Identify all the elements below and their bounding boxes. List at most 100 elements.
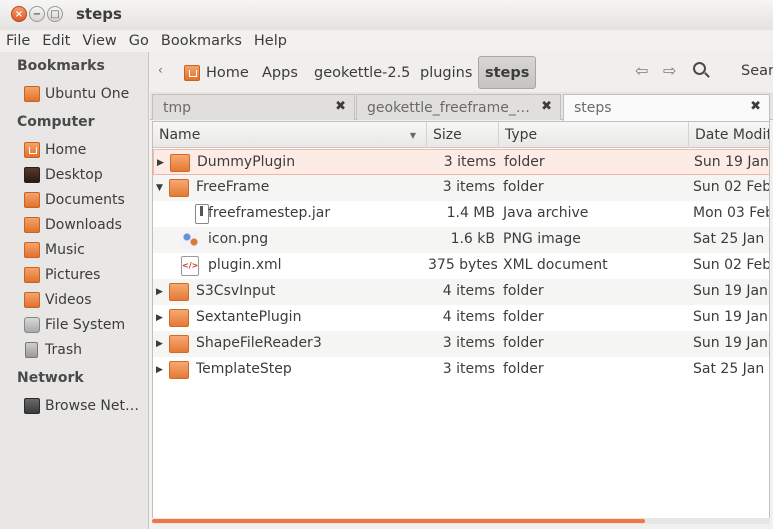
expander-closed-icon[interactable]: ▶ [156, 287, 163, 297]
column-label: Size [433, 127, 462, 143]
file-size: 1.4 MB [446, 205, 495, 221]
sidebar-item-videos[interactable]: Videos [24, 289, 146, 311]
sidebar-item-label: Browse Net… [45, 398, 140, 414]
menu-edit[interactable]: Edit [36, 33, 76, 49]
close-tab-icon[interactable]: ✖ [335, 99, 346, 114]
file-date-modified: Sun 19 Jan 2 [693, 335, 769, 351]
column-header-name[interactable]: Name ▼ [153, 122, 427, 148]
file-name: FreeFrame [196, 179, 270, 195]
close-window-button[interactable]: × [11, 6, 27, 22]
column-header-size[interactable]: Size [427, 122, 499, 148]
file-name: SextantePlugin [196, 309, 302, 325]
sidebar-item-file-system[interactable]: File System [24, 314, 146, 336]
file-row[interactable]: icon.png 1.6 kB PNG image Sat 25 Jan 2 [153, 227, 770, 253]
sidebar-item-label: Music [45, 242, 85, 258]
expander-closed-icon[interactable]: ▶ [157, 158, 164, 168]
close-tab-icon[interactable]: ✖ [541, 99, 552, 114]
tab-bar: tmp ✖ geokettle_freeframe_… ✖ steps ✖ [150, 92, 773, 121]
minimize-window-button[interactable]: − [29, 6, 45, 22]
sidebar-item-browse-network[interactable]: Browse Net… [24, 395, 146, 417]
tab-steps[interactable]: steps ✖ [563, 94, 770, 121]
sidebar-item-desktop[interactable]: Desktop [24, 164, 146, 186]
tab-geokettle-freeframe[interactable]: geokettle_freeframe_… ✖ [356, 94, 561, 120]
xml-file-icon: </> [181, 256, 199, 276]
pictures-folder-icon [24, 267, 40, 283]
breadcrumb-label: Home [206, 64, 249, 81]
menu-bar: File Edit View Go Bookmarks Help [0, 30, 773, 52]
sidebar-item-pictures[interactable]: Pictures [24, 264, 146, 286]
column-label: Date Modif [695, 127, 770, 143]
sidebar-item-music[interactable]: Music [24, 239, 146, 261]
column-header-date-modified[interactable]: Date Modif [689, 122, 770, 148]
path-scroll-left-button[interactable]: ‹ [158, 63, 163, 77]
close-tab-icon[interactable]: ✖ [750, 99, 761, 114]
folder-file-icon [169, 309, 189, 327]
tab-label: tmp [163, 99, 192, 116]
sidebar-item-home[interactable]: Home [24, 139, 146, 161]
tab-label: geokettle_freeframe_… [367, 99, 530, 116]
folder-icon [24, 217, 40, 233]
sort-descending-icon: ▼ [409, 131, 416, 140]
file-size: 3 items [442, 361, 495, 377]
videos-folder-icon [24, 292, 40, 308]
file-date-modified: Sun 19 Jan 2 [693, 309, 769, 325]
breadcrumb-apps[interactable]: Apps [256, 56, 304, 89]
sidebar-item-label: Ubuntu One [45, 86, 130, 102]
back-arrow-icon[interactable]: ⇦ [635, 61, 648, 80]
file-type: PNG image [503, 231, 581, 247]
menu-view[interactable]: View [76, 33, 122, 49]
menu-help[interactable]: Help [248, 33, 293, 49]
horizontal-scrollbar-thumb[interactable] [152, 519, 645, 523]
search-icon[interactable] [693, 62, 706, 75]
file-row[interactable]: ▶ S3CsvInput 4 items folder Sun 19 Jan 2 [153, 279, 769, 305]
file-row[interactable]: ▶ ShapeFileReader3 3 items folder Sun 19 Jan… [153, 331, 769, 357]
file-name: TemplateStep [196, 361, 292, 377]
jar-file-icon [195, 204, 209, 224]
home-icon [184, 64, 200, 81]
breadcrumb-label: Apps [262, 64, 298, 81]
tab-tmp[interactable]: tmp ✖ [152, 94, 355, 120]
file-row[interactable]: ▶ SextantePlugin 4 items folder Sun 19 Jan 2 [153, 305, 769, 331]
file-row[interactable]: freeframestep.jar 1.4 MB Java archive Mon 0… [153, 201, 769, 227]
home-icon [24, 142, 40, 158]
menu-file[interactable]: File [0, 33, 36, 49]
file-name: icon.png [208, 231, 269, 247]
network-icon [24, 398, 40, 414]
column-header: Name ▼ Size Type Date Modif [153, 122, 770, 148]
file-size: 375 bytes [428, 257, 498, 273]
breadcrumb-geokettle[interactable]: geokettle-2.5 [308, 56, 416, 89]
file-row[interactable]: </> plugin.xml 375 bytes XML document Sun 02… [153, 253, 770, 279]
forward-arrow-icon[interactable]: ⇨ [663, 61, 676, 80]
expander-closed-icon[interactable]: ▶ [156, 365, 163, 375]
file-row[interactable]: ▶ DummyPlugin 3 items folder Sun 19 Jan 2 [153, 149, 769, 175]
column-header-type[interactable]: Type [499, 122, 689, 148]
file-date-modified: Sat 25 Jan 2 [693, 231, 770, 247]
maximize-window-button[interactable]: □ [47, 6, 63, 22]
file-date-modified: Sun 19 Jan 2 [693, 283, 769, 299]
folder-file-icon [169, 335, 189, 353]
breadcrumb-steps[interactable]: steps [478, 56, 537, 89]
expander-open-icon[interactable]: ▼ [156, 183, 163, 193]
sidebar-item-trash[interactable]: Trash [24, 339, 146, 361]
sidebar-item-ubuntu-one[interactable]: Ubuntu One [24, 83, 146, 105]
file-row[interactable]: ▼ FreeFrame 3 items folder Sun 02 Feb [153, 175, 769, 201]
menu-go[interactable]: Go [123, 33, 155, 49]
menu-bookmarks[interactable]: Bookmarks [155, 33, 248, 49]
file-size: 3 items [442, 179, 495, 195]
sidebar-item-documents[interactable]: Documents [24, 189, 146, 211]
file-type: folder [503, 179, 544, 195]
desktop-icon [24, 167, 40, 183]
breadcrumb-plugins[interactable]: plugins [414, 56, 478, 89]
breadcrumb-home[interactable]: Home [178, 56, 255, 89]
sidebar-item-label: Downloads [45, 217, 122, 233]
file-name: ShapeFileReader3 [196, 335, 322, 351]
search-button[interactable]: Search [741, 63, 773, 79]
breadcrumb-label: steps [485, 64, 530, 81]
expander-closed-icon[interactable]: ▶ [156, 313, 163, 323]
file-row[interactable]: ▶ TemplateStep 3 items folder Sat 25 Jan 2 [153, 357, 769, 383]
expander-closed-icon[interactable]: ▶ [156, 339, 163, 349]
sidebar-item-downloads[interactable]: Downloads [24, 214, 146, 236]
sidebar-section-bookmarks: Bookmarks [17, 58, 105, 74]
trash-icon [25, 342, 38, 358]
file-date-modified: Sun 02 Feb [693, 257, 770, 273]
